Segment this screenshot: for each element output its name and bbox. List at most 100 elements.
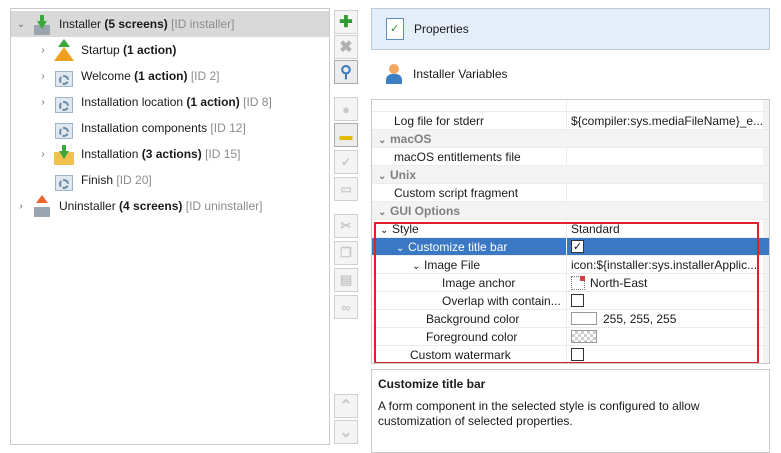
property-row[interactable]: Custom watermark [372,345,769,363]
chevron-down-icon[interactable]: ⌄ [15,18,27,30]
property-row[interactable]: ⌄ Image File icon:${installer:sys.installe… [372,255,769,274]
search-button[interactable]: ⚲ [334,60,358,84]
property-value[interactable]: North-East [566,273,769,292]
folder-button[interactable]: ▭ [334,177,358,201]
checkbox[interactable] [571,294,584,307]
color-swatch[interactable] [571,312,597,325]
property-value[interactable]: icon:${installer:sys.installerApplic... [566,255,769,274]
item-count: (5 screens) [104,17,168,31]
screen-icon [53,91,75,113]
chevron-right-icon[interactable]: › [37,70,49,82]
value-text: 255, 255, 255 [603,311,677,326]
property-name: macOS entitlements file [372,150,566,164]
item-name: Finish [81,173,114,187]
checkbox[interactable] [571,348,584,361]
tree-item-welcome[interactable]: › Welcome (1 action) [ID 2] [11,63,329,89]
property-name: ⌄ Style [372,222,566,236]
property-value[interactable]: ✓ [566,237,769,256]
key-text: Style [392,221,419,236]
property-value[interactable] [566,345,769,363]
move-down-button[interactable]: ⌄ [334,420,358,444]
copy-button[interactable]: ❐ [334,241,358,265]
property-row[interactable]: ⌄ Customize title bar ✓ [372,237,769,256]
value-text: North-East [590,275,648,290]
link-button[interactable]: ∞ [334,295,358,319]
category-row[interactable]: ⌄ macOS [372,130,769,148]
item-id: [ID uninstaller] [185,199,263,213]
property-name: Custom script fragment [372,186,566,200]
item-name: Installation [81,147,139,161]
app-window: ⌄ Installer (5 screens) [ID installer] › St… [0,0,781,453]
chevron-right-icon[interactable]: › [37,96,49,108]
property-name: Log file for stderr [372,114,566,128]
property-row[interactable]: Background color 255, 255, 255 [372,309,769,328]
screen-icon [53,117,75,139]
key-text: Customize title bar [408,239,508,254]
tree-item-label: Installer (5 screens) [ID installer] [59,17,234,31]
property-value[interactable] [566,99,769,112]
item-count: (4 screens) [119,199,183,213]
chevron-right-icon[interactable]: › [15,200,27,212]
add-button[interactable]: ✚ [334,10,358,34]
item-count: (1 action) [134,69,188,83]
property-grid: Log file for stderr ${compiler:sys.mediaF… [371,99,770,364]
key-text: macOS [390,131,432,146]
property-row[interactable]: Foreground color [372,327,769,346]
paste-button[interactable]: ▤ [334,268,358,292]
chevron-down-icon[interactable]: ⌄ [378,207,390,218]
chevron-down-icon[interactable]: ⌄ [378,135,390,146]
note-button[interactable]: ▬ [334,123,358,147]
installer-variables-tab[interactable]: Installer Variables [371,58,770,90]
properties-tab[interactable]: Properties [371,8,770,50]
property-value[interactable] [566,291,769,310]
chevron-down-icon[interactable]: ⌄ [380,225,392,236]
chevron-down-icon[interactable]: ⌄ [378,171,390,182]
screen-icon [53,169,75,191]
property-row[interactable]: Log file for stderr ${compiler:sys.mediaF… [372,111,769,130]
property-name: Custom watermark [372,348,566,362]
item-id: [ID 2] [190,69,220,83]
category-row[interactable]: ⌄ GUI Options [372,202,769,220]
tree-item-installation-components[interactable]: Installation components [ID 12] [11,115,329,141]
property-row[interactable] [372,99,769,112]
property-value[interactable] [566,183,769,202]
check-button[interactable]: ✓ [334,150,358,174]
key-text: Overlap with contain... [442,293,561,308]
chevron-down-icon[interactable]: ⌄ [396,243,408,254]
remove-button[interactable]: ✖ [334,35,358,59]
cut-button[interactable]: ✂ [334,214,358,238]
property-name: ⌄ Customize title bar [372,240,566,254]
chevron-right-icon[interactable]: › [37,44,49,56]
tree-item-finish[interactable]: Finish [ID 20] [11,167,329,193]
property-row[interactable]: Image anchor North-East [372,273,769,292]
comment-button[interactable]: ● [334,97,358,121]
property-row[interactable]: Overlap with contain... [372,291,769,310]
item-id: [ID 15] [205,147,241,161]
move-up-button[interactable]: ⌃ [334,394,358,418]
item-name: Installation components [81,121,208,135]
item-name: Installation location [81,95,184,109]
installer-icon [31,13,53,35]
uninstaller-icon [31,195,53,217]
checkbox[interactable]: ✓ [571,240,584,253]
property-row[interactable]: macOS entitlements file [372,147,769,166]
tree-item-installation-location[interactable]: › Installation location (1 action) [ID 8] [11,89,329,115]
tree-item-label: Startup (1 action) [81,43,176,57]
chevron-right-icon[interactable]: › [37,148,49,160]
property-value[interactable] [566,327,769,346]
tree-item-installation[interactable]: › Installation (3 actions) [ID 15] [11,141,329,167]
property-row[interactable]: Custom script fragment [372,183,769,202]
tree-item-installer[interactable]: ⌄ Installer (5 screens) [ID installer] [11,11,329,37]
transparent-color-swatch[interactable] [571,330,597,343]
tree-item-startup[interactable]: › Startup (1 action) [11,37,329,63]
category-row[interactable]: ⌄ Unix [372,166,769,184]
property-value[interactable] [566,147,769,166]
property-value[interactable]: 255, 255, 255 [566,309,769,328]
property-value[interactable]: Standard [566,219,769,238]
checkbox[interactable] [571,99,584,100]
property-value[interactable]: ${compiler:sys.mediaFileName}_e... [566,111,769,130]
tree-item-label: Finish [ID 20] [81,173,152,187]
tree-item-uninstaller[interactable]: › Uninstaller (4 screens) [ID uninstaller… [11,193,329,219]
chevron-down-icon[interactable]: ⌄ [412,261,424,272]
property-row[interactable]: ⌄ Style Standard [372,219,769,238]
